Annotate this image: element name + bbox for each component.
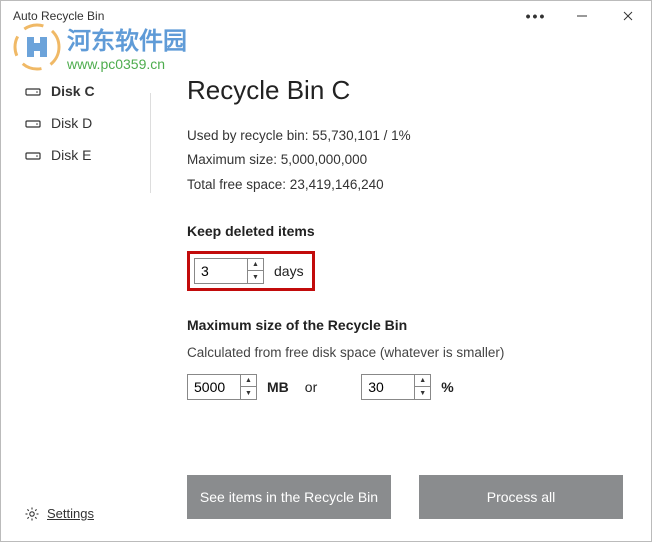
keep-days-spinner[interactable]: ▲ ▼ [194, 258, 264, 284]
settings-label: Settings [47, 506, 94, 521]
gear-icon [25, 507, 39, 521]
spinner-up-icon[interactable]: ▲ [248, 259, 263, 272]
sidebar-item-label: Disk E [51, 147, 91, 163]
keep-deleted-label: Keep deleted items [187, 223, 621, 239]
close-button[interactable] [605, 1, 651, 31]
disk-icon [25, 117, 41, 129]
sidebar-item-label: Disk D [51, 115, 92, 131]
app-title: Auto Recycle Bin [13, 9, 104, 23]
max-pct-input[interactable] [362, 375, 414, 399]
spinner-down-icon[interactable]: ▼ [248, 271, 263, 283]
titlebar: Auto Recycle Bin ••• [1, 1, 651, 31]
disk-icon [25, 149, 41, 161]
max-pct-spinner[interactable]: ▲ ▼ [361, 374, 431, 400]
see-items-button[interactable]: See items in the Recycle Bin [187, 475, 391, 519]
sidebar-item-disk-e[interactable]: Disk E [1, 139, 151, 171]
pct-unit: % [441, 379, 453, 395]
settings-link[interactable]: Settings [1, 490, 151, 541]
max-mb-input[interactable] [188, 375, 240, 399]
spinner-up-icon[interactable]: ▲ [241, 375, 256, 388]
or-label: or [305, 379, 317, 395]
spinner-up-icon[interactable]: ▲ [415, 375, 430, 388]
page-title: Recycle Bin C [187, 75, 621, 106]
used-by-recycle-bin: Used by recycle bin: 55,730,101 / 1% [187, 124, 621, 148]
keep-days-highlight: ▲ ▼ days [187, 251, 315, 291]
minimize-button[interactable] [559, 1, 605, 31]
keep-days-input[interactable] [195, 259, 247, 283]
sidebar-item-label: Disk C [51, 83, 95, 99]
disk-icon [25, 85, 41, 97]
total-free-space: Total free space: 23,419,146,240 [187, 173, 621, 197]
sidebar-item-disk-d[interactable]: Disk D [1, 107, 151, 139]
spinner-down-icon[interactable]: ▼ [241, 387, 256, 399]
max-size-label: Maximum size of the Recycle Bin [187, 317, 621, 333]
footer-buttons: See items in the Recycle Bin Process all [187, 475, 623, 519]
mb-unit: MB [267, 379, 289, 395]
spinner-down-icon[interactable]: ▼ [415, 387, 430, 399]
days-unit: days [274, 263, 304, 279]
max-size-subtext: Calculated from free disk space (whateve… [187, 345, 621, 360]
process-all-button[interactable]: Process all [419, 475, 623, 519]
maximum-size-info: Maximum size: 5,000,000,000 [187, 148, 621, 172]
more-menu-button[interactable]: ••• [513, 1, 559, 31]
max-mb-spinner[interactable]: ▲ ▼ [187, 374, 257, 400]
main-panel: Recycle Bin C Used by recycle bin: 55,73… [151, 31, 651, 541]
sidebar: Disk C Disk D Disk E Settings [1, 31, 151, 541]
sidebar-item-disk-c[interactable]: Disk C [1, 75, 151, 107]
